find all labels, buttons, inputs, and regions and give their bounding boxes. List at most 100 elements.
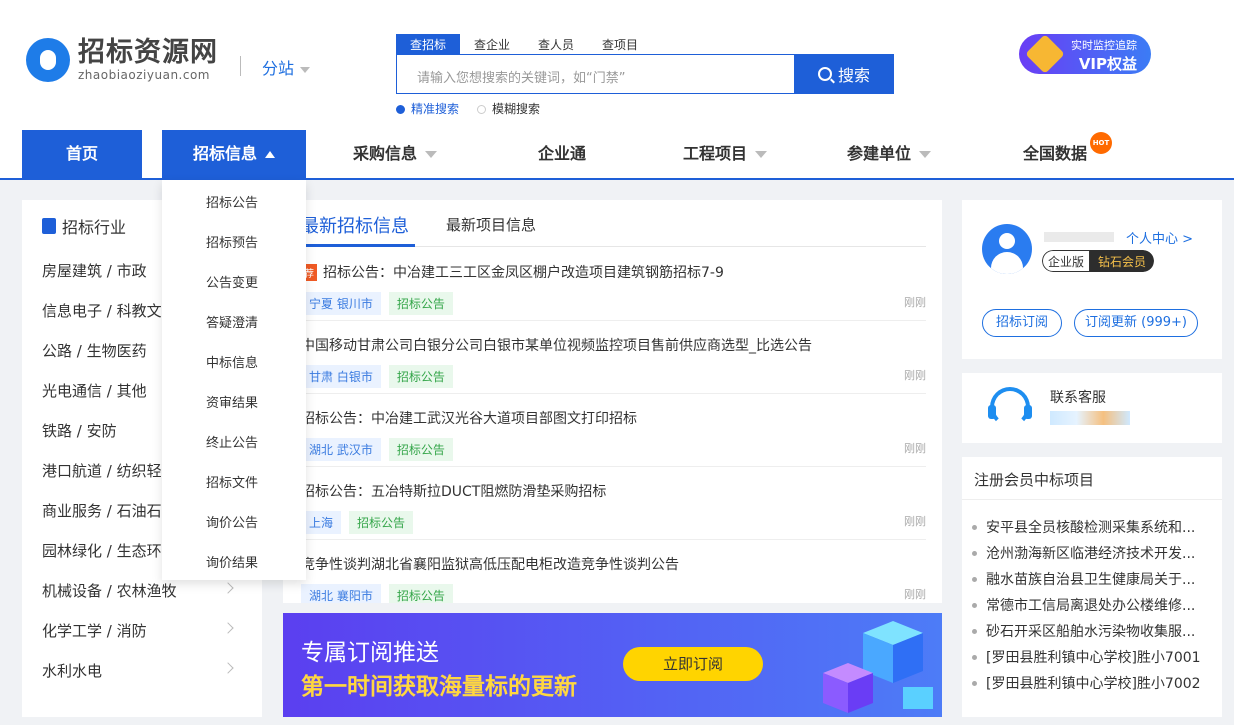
tender-time: 刚刚 [904, 515, 926, 528]
search-tab-person[interactable]: 查人员 [524, 34, 588, 55]
tender-subscribe-button[interactable]: 招标订阅 [982, 309, 1062, 337]
customer-service-card[interactable]: 联系客服 [962, 373, 1222, 443]
chevron-right-icon [222, 662, 234, 674]
menu-item[interactable]: 答疑澄清 [206, 312, 258, 331]
category-tag[interactable]: 招标公告 [349, 511, 414, 534]
industry-item[interactable]: 化学工学 / 消防 [42, 620, 252, 641]
region-tag[interactable]: 上海 [301, 511, 342, 534]
tender-time: 刚刚 [904, 296, 926, 309]
chevron-down-icon [755, 151, 767, 158]
chevron-right-icon [222, 622, 234, 634]
personal-center-link[interactable]: 个人中心 > [1126, 228, 1193, 247]
winning-projects-title: 注册会员中标项目 [974, 471, 1095, 489]
tender-row[interactable]: 荐招标公告：中冶建工三工区金凤区棚户改造项目建筑钢筋招标7-9 宁夏 银川市 招标… [301, 262, 926, 315]
industry-item[interactable]: 水利水电 [42, 660, 252, 681]
winning-project-item[interactable]: 安平县全员核酸检测采集系统和... [970, 517, 1214, 537]
site-switch[interactable]: 分站 [262, 55, 311, 79]
radio-icon [477, 105, 487, 114]
menu-item[interactable]: 终止公告 [206, 432, 258, 451]
winning-projects-panel: 注册会员中标项目 安平县全员核酸检测采集系统和... 沧州渤海新区临港经济技术开… [962, 457, 1222, 717]
industry-item[interactable]: 机械设备 / 农林渔牧 [42, 580, 252, 601]
tender-title[interactable]: 招标公告：五冶特斯拉DUCT阻燃防滑垫采购招标 [301, 481, 926, 501]
tender-row[interactable]: 中国移动甘肃公司白银分公司白银市某单位视频监控项目售前供应商选型_比选公告 甘肃… [301, 335, 926, 388]
nav-projects[interactable]: 工程项目 [660, 130, 790, 178]
radio-checked-icon [396, 105, 405, 114]
region-tag[interactable]: 甘肃 白银市 [301, 365, 381, 388]
region-tag[interactable]: 湖北 襄阳市 [301, 584, 381, 603]
menu-item[interactable]: 招标预告 [206, 232, 258, 251]
banner-subtitle: 第一时间获取海量标的更新 [301, 674, 577, 700]
masked-phone [1050, 411, 1130, 425]
tender-time: 刚刚 [904, 369, 926, 382]
tender-row[interactable]: 招标公告：中冶建工武汉光谷大道项目部图文打印招标 湖北 武汉市 招标公告 刚刚 [301, 408, 926, 461]
row-divider [301, 466, 926, 467]
search-button[interactable]: 搜索 [794, 54, 894, 94]
user-card: 个人中心 > 企业版 钻石会员 招标订阅 订阅更新 (999+) [962, 200, 1222, 359]
winning-project-item[interactable]: 常德市工信局离退处办公楼维修... [970, 595, 1214, 615]
winning-project-item[interactable]: [罗田县胜利镇中心学校]胜小7001 [970, 647, 1214, 667]
winning-project-item[interactable]: 砂石开采区船舶水污染物收集服... [970, 621, 1214, 641]
region-tag[interactable]: 宁夏 银川市 [301, 292, 381, 315]
category-tag[interactable]: 招标公告 [388, 292, 453, 315]
search-input[interactable]: 请输入您想搜索的关键词，如“门禁” [396, 54, 796, 94]
subscribe-button[interactable]: 立即订阅 [623, 647, 763, 681]
tender-title[interactable]: 竞争性谈判湖北省襄阳监狱高低压配电柜改造竞争性谈判公告 [301, 554, 926, 574]
menu-item[interactable]: 资审结果 [206, 392, 258, 411]
chevron-down-icon [425, 151, 437, 158]
tender-row[interactable]: 竞争性谈判湖北省襄阳监狱高低压配电柜改造竞争性谈判公告 湖北 襄阳市 招标公告 刚… [301, 554, 926, 603]
menu-item[interactable]: 招标公告 [206, 192, 258, 211]
chevron-right-icon [222, 582, 234, 594]
search-tabs: 查招标 查企业 查人员 查项目 [396, 34, 652, 55]
search-tab-project[interactable]: 查项目 [588, 34, 652, 55]
logo-title: 招标资源网 [78, 37, 218, 68]
tender-title[interactable]: 中国移动甘肃公司白银分公司白银市某单位视频监控项目售前供应商选型_比选公告 [301, 335, 926, 355]
tender-row[interactable]: 招标公告：五冶特斯拉DUCT阻燃防滑垫采购招标 上海 招标公告 刚刚 [301, 481, 926, 534]
menu-item[interactable]: 中标信息 [206, 352, 258, 371]
winning-project-item[interactable]: 融水苗族自治县卫生健康局关于... [970, 569, 1214, 589]
category-tag[interactable]: 招标公告 [388, 584, 453, 603]
region-tag[interactable]: 湖北 武汉市 [301, 438, 381, 461]
tender-time: 刚刚 [904, 588, 926, 601]
nav-home[interactable]: 首页 [22, 130, 142, 178]
tab-latest-tenders[interactable]: 最新招标信息 [301, 212, 409, 238]
search-tab-company[interactable]: 查企业 [460, 34, 524, 55]
badge-edition: 企业版 [1042, 250, 1091, 272]
subscribe-banner[interactable]: 专属订阅推送 第一时间获取海量标的更新 立即订阅 [283, 613, 942, 717]
chevron-up-icon [265, 151, 275, 158]
tab-latest-projects[interactable]: 最新项目信息 [446, 214, 536, 235]
category-tag[interactable]: 招标公告 [388, 365, 453, 388]
service-title: 联系客服 [1050, 390, 1106, 406]
subscription-updates-button[interactable]: 订阅更新 (999+) [1074, 309, 1198, 337]
category-tag[interactable]: 招标公告 [388, 438, 453, 461]
tender-title[interactable]: 招标公告：中冶建工三工区金凤区棚户改造项目建筑钢筋招标7-9 [323, 265, 724, 281]
menu-item[interactable]: 询价公告 [206, 512, 258, 531]
cubes-illustration-icon [823, 621, 933, 713]
main-nav: 首页 招标信息 采购信息 企业通 工程项目 参建单位 全国数据 [0, 130, 1234, 180]
panel-divider [962, 499, 1222, 500]
hot-badge: HOT [1090, 132, 1112, 154]
nav-purchase[interactable]: 采购信息 [330, 130, 460, 178]
winning-project-item[interactable]: 沧州渤海新区临港经济技术开发... [970, 543, 1214, 563]
chevron-down-icon [919, 151, 931, 158]
site-header: 招标资源网 zhaobiaoziyuan.com 分站 查招标 查企业 查人员 … [0, 0, 1234, 180]
site-logo[interactable]: 招标资源网 zhaobiaoziyuan.com [26, 38, 218, 82]
vip-banner[interactable]: 实时监控追踪 VIP权益 [1019, 34, 1151, 74]
tender-title[interactable]: 招标公告：中冶建工武汉光谷大道项目部图文打印招标 [301, 408, 926, 428]
mode-fuzzy[interactable]: 模糊搜索 [477, 100, 540, 117]
masked-username [1044, 232, 1114, 242]
nav-tender[interactable]: 招标信息 [162, 130, 306, 178]
nav-units[interactable]: 参建单位 [824, 130, 954, 178]
logo-icon [26, 38, 70, 82]
membership-badge: 企业版 钻石会员 [1042, 250, 1155, 272]
row-divider [301, 320, 926, 321]
menu-item[interactable]: 询价结果 [206, 552, 258, 571]
winning-project-item[interactable]: [罗田县胜利镇中心学校]胜小7002 [970, 673, 1214, 693]
avatar-icon[interactable] [982, 224, 1032, 274]
banner-title: 专属订阅推送 [301, 640, 439, 666]
menu-item[interactable]: 招标文件 [206, 472, 258, 491]
nav-enterprise[interactable]: 企业通 [510, 130, 614, 178]
menu-item[interactable]: 公告变更 [206, 272, 258, 291]
tender-time: 刚刚 [904, 442, 926, 455]
mode-exact[interactable]: 精准搜索 [396, 100, 459, 117]
search-tab-tender[interactable]: 查招标 [396, 34, 461, 55]
